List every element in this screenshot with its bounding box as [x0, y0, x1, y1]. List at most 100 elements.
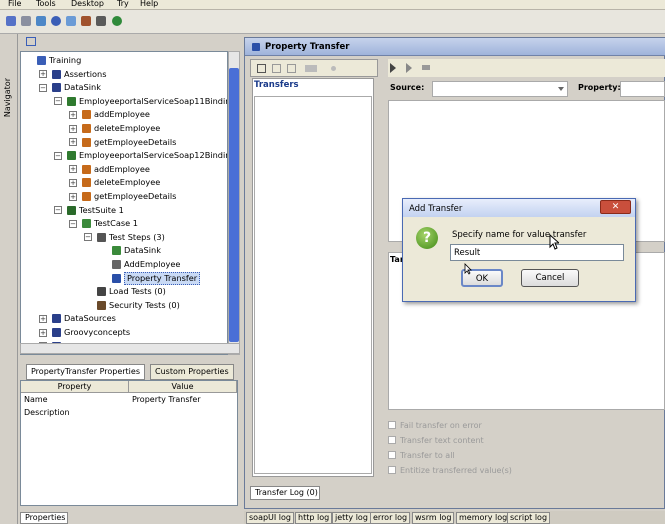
menu-tools[interactable]: Tools: [36, 0, 56, 8]
operation-icon: [82, 137, 91, 147]
collapse-icon[interactable]: −: [69, 219, 77, 228]
property-name-cell[interactable]: Description: [21, 407, 70, 419]
expand-icon[interactable]: +: [69, 138, 77, 147]
fail-on-error-checkbox[interactable]: Fail transfer on error: [388, 419, 482, 432]
testcase-icon: [82, 219, 91, 229]
collapse-icon[interactable]: −: [54, 151, 62, 160]
option-label: Fail transfer on error: [400, 421, 482, 430]
tree-node[interactable]: Assertions: [64, 68, 107, 81]
source-select[interactable]: [432, 81, 568, 97]
column-header-property[interactable]: Property: [21, 381, 129, 393]
tools-icon[interactable]: [81, 16, 91, 26]
move-icon[interactable]: [331, 66, 336, 71]
import-icon[interactable]: [21, 16, 31, 26]
expand-icon[interactable]: +: [39, 70, 47, 79]
datasink-icon: [112, 246, 121, 256]
tab-transfer-log[interactable]: Transfer Log (0): [250, 486, 320, 500]
collapse-icon[interactable]: −: [39, 83, 47, 92]
expand-icon[interactable]: +: [69, 124, 77, 133]
tab-memory-log[interactable]: memory log: [456, 512, 511, 524]
tree-node[interactable]: deleteEmployee: [94, 176, 160, 189]
cancel-button[interactable]: Cancel: [521, 269, 579, 287]
expand-icon[interactable]: +: [69, 165, 77, 174]
collapse-icon[interactable]: −: [54, 206, 62, 215]
copy-transfer-icon[interactable]: [272, 64, 281, 73]
tree-node[interactable]: DataSink: [64, 81, 101, 94]
tab-error-log[interactable]: error log: [370, 512, 411, 524]
menu-help[interactable]: Help: [140, 0, 158, 8]
tree-node[interactable]: deleteEmployee: [94, 122, 160, 135]
tree-node[interactable]: TestSuite 1: [79, 204, 124, 217]
tab-properties[interactable]: Properties: [20, 512, 68, 524]
tree-node[interactable]: TestCase 1: [94, 217, 138, 230]
tree-node[interactable]: addEmployee: [94, 163, 150, 176]
tree-horizontal-scrollbar[interactable]: [20, 343, 240, 354]
navigator-tab-label: Navigator: [3, 78, 12, 118]
tab-script-log[interactable]: script log: [507, 512, 551, 524]
tab-wsrm-log[interactable]: wsrm log: [412, 512, 455, 524]
proxy-icon[interactable]: [96, 16, 106, 26]
save-icon[interactable]: [36, 16, 46, 26]
expand-icon[interactable]: +: [39, 314, 47, 323]
tab-http-log[interactable]: http log: [295, 512, 333, 524]
run-icon[interactable]: [390, 63, 396, 73]
collapse-icon[interactable]: −: [54, 97, 62, 106]
menu-try[interactable]: Try: [117, 0, 129, 8]
tab-custom-properties[interactable]: Custom Properties: [150, 364, 234, 380]
add-transfer-icon[interactable]: [257, 64, 266, 73]
tree-node[interactable]: getEmployeeDetails: [94, 190, 176, 203]
collapse-all-icon[interactable]: [26, 37, 36, 46]
exit-icon[interactable]: [112, 16, 122, 26]
tree-node[interactable]: EmployeeportalServiceSoap12Binding: [79, 149, 227, 162]
tree-node[interactable]: Groovyconcepts: [64, 326, 130, 339]
property-value-cell[interactable]: [129, 407, 132, 419]
entitize-checkbox[interactable]: Entitize transferred value(s): [388, 464, 512, 477]
preferences-icon[interactable]: [51, 16, 61, 26]
tab-soapui-log[interactable]: soapUI log: [246, 512, 294, 524]
tree-node[interactable]: Property Transfer: [124, 271, 201, 285]
new-project-icon[interactable]: [6, 16, 16, 26]
expand-icon[interactable]: +: [69, 178, 77, 187]
tab-jetty-log[interactable]: jetty log: [332, 512, 371, 524]
expand-icon[interactable]: +: [69, 192, 77, 201]
tree-node[interactable]: DataSink: [124, 244, 161, 257]
expand-icon[interactable]: +: [39, 328, 47, 337]
tree-node[interactable]: Load Tests (0): [109, 285, 166, 298]
operation-icon: [82, 192, 91, 201]
tree-scrollbar-thumb[interactable]: [229, 68, 239, 342]
close-icon[interactable]: ✕: [600, 200, 631, 214]
tree-node[interactable]: Security Tests (0): [109, 299, 180, 312]
tree-node[interactable]: EmployeeportalServiceSoap11Binding: [79, 95, 227, 108]
property-table[interactable]: Property Value Name Property Transfer De…: [20, 380, 238, 506]
rename-transfer-icon[interactable]: [287, 64, 296, 73]
transfer-to-all-checkbox[interactable]: Transfer to all: [388, 449, 455, 462]
tree-node[interactable]: Test Steps (3): [109, 231, 165, 244]
collapse-icon[interactable]: −: [84, 233, 92, 242]
delete-transfer-icon[interactable]: [305, 65, 317, 72]
menu-desktop[interactable]: Desktop: [71, 0, 104, 8]
navigator-tab[interactable]: Navigator: [0, 34, 18, 524]
tree-node[interactable]: Training: [49, 54, 81, 67]
column-header-value[interactable]: Value: [129, 381, 237, 393]
property-select[interactable]: [620, 81, 665, 97]
tree-node[interactable]: AddEmployee: [124, 258, 180, 271]
navigator-tree[interactable]: Training + Assertions − DataSink − Employeepor…: [20, 51, 228, 355]
transfers-list[interactable]: [254, 96, 372, 474]
menu-file[interactable]: File: [8, 0, 21, 8]
property-name-cell[interactable]: Name: [21, 394, 48, 406]
tree-node[interactable]: addEmployee: [94, 108, 150, 121]
operation-icon: [82, 110, 91, 120]
option-label: Transfer to all: [400, 451, 455, 460]
search-icon[interactable]: [66, 16, 76, 26]
property-value-cell[interactable]: Property Transfer: [129, 394, 201, 406]
expand-icon[interactable]: +: [69, 110, 77, 119]
securitytest-icon: [97, 300, 106, 310]
transfer-name-input[interactable]: [450, 244, 624, 261]
panel-title-bar: Property Transfer: [245, 38, 665, 56]
tree-node[interactable]: getEmployeeDetails: [94, 136, 176, 149]
tree-node[interactable]: DataSources: [64, 312, 116, 325]
transfer-text-content-checkbox[interactable]: Transfer text content: [388, 434, 484, 447]
tab-propertytransfer-properties[interactable]: PropertyTransfer Properties: [26, 364, 145, 380]
options-icon[interactable]: [422, 65, 430, 70]
run-all-icon[interactable]: [406, 63, 412, 73]
